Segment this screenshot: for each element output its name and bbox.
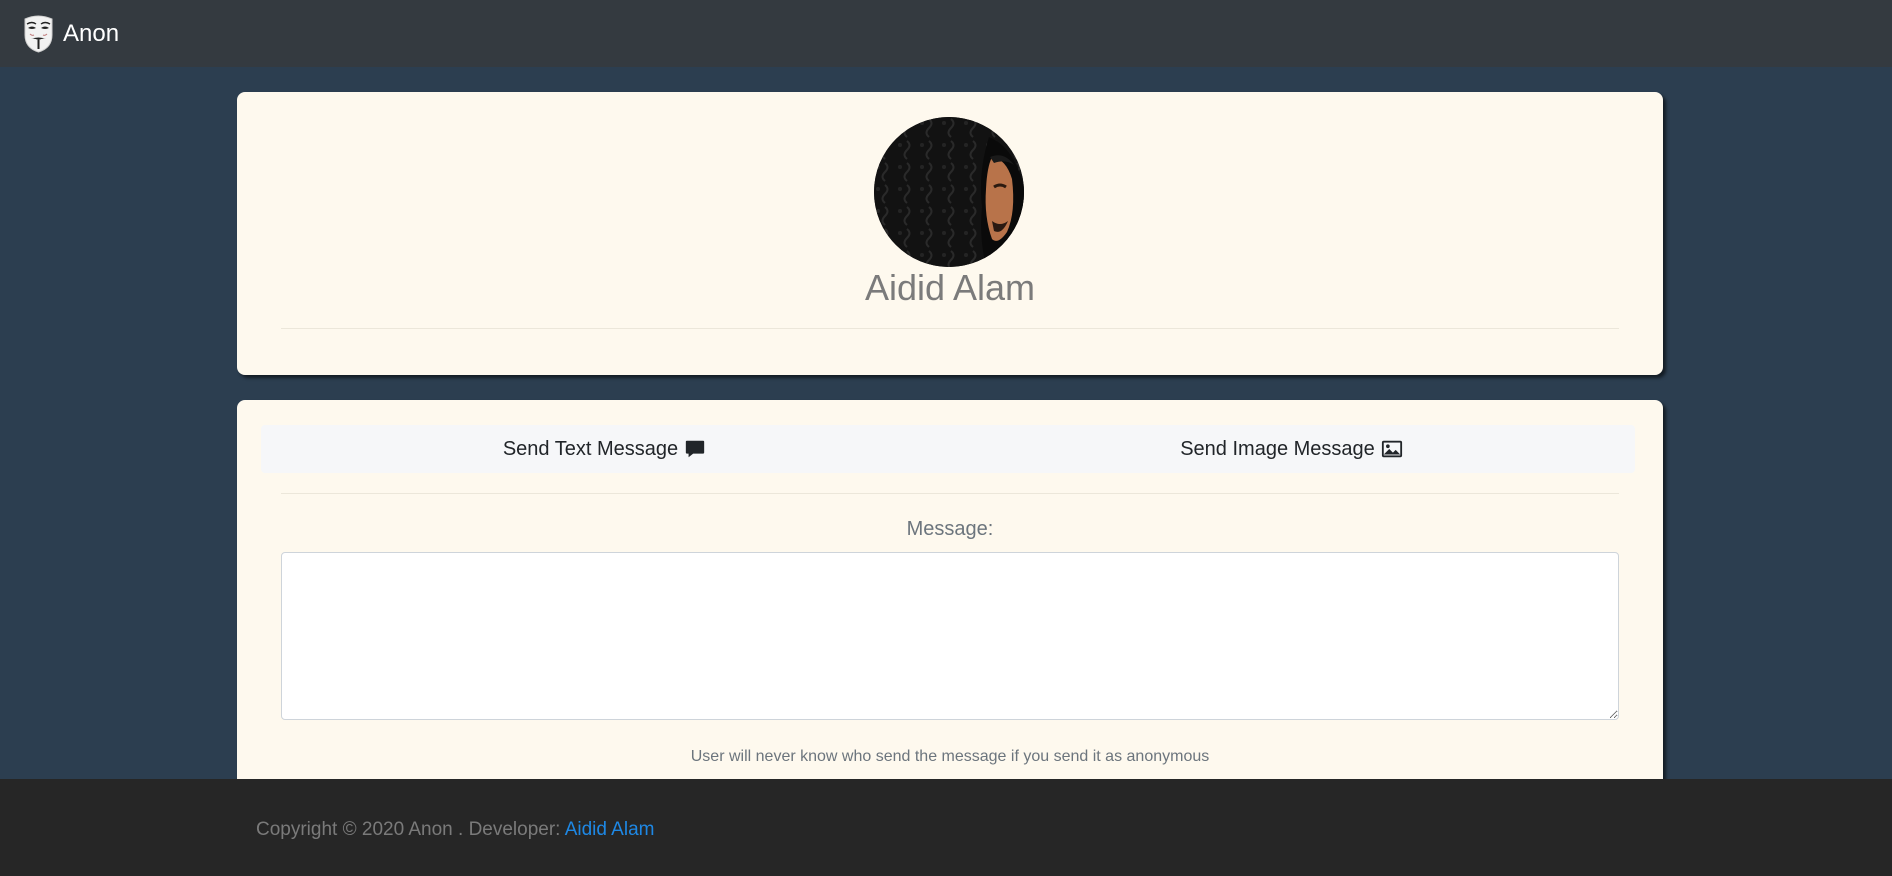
compose-card: Send Text Message Send Image Message Mes… — [237, 400, 1663, 779]
top-navbar: Anon — [0, 0, 1892, 67]
developer-link[interactable]: Aidid Alam — [565, 819, 655, 840]
divider — [281, 328, 1619, 329]
tab-label: Send Image Message — [1180, 437, 1375, 460]
brand-link[interactable]: Anon — [22, 15, 119, 53]
anonymity-note: User will never know who send the messag… — [690, 748, 1210, 765]
profile-photo — [874, 117, 1024, 267]
brand-name: Anon — [63, 19, 120, 47]
chat-bubble-icon — [685, 440, 705, 458]
main-content: Aidid Alam Send Text Message Send Image … — [0, 67, 1892, 779]
copyright-text: Copyright © 2020 Anon . Developer: Aidid… — [256, 819, 654, 841]
anonymous-mask-icon — [24, 15, 53, 53]
tab-label: Send Text Message — [502, 437, 679, 460]
message-label: Message: — [906, 518, 994, 540]
tab-send-text-message[interactable]: Send Text Message — [261, 425, 948, 473]
message-textarea[interactable] — [281, 552, 1619, 720]
profile-name: Aidid Alam — [864, 267, 1036, 308]
avatar — [874, 117, 1024, 267]
profile-card: Aidid Alam — [237, 92, 1663, 375]
divider — [281, 493, 1619, 494]
footer: Copyright © 2020 Anon . Developer: Aidid… — [0, 779, 1892, 876]
copyright-label: Copyright © 2020 Anon . Developer: — [256, 819, 565, 840]
image-icon — [1381, 440, 1402, 458]
message-type-tabs: Send Text Message Send Image Message — [261, 425, 1635, 473]
tab-send-image-message[interactable]: Send Image Message — [948, 425, 1635, 473]
